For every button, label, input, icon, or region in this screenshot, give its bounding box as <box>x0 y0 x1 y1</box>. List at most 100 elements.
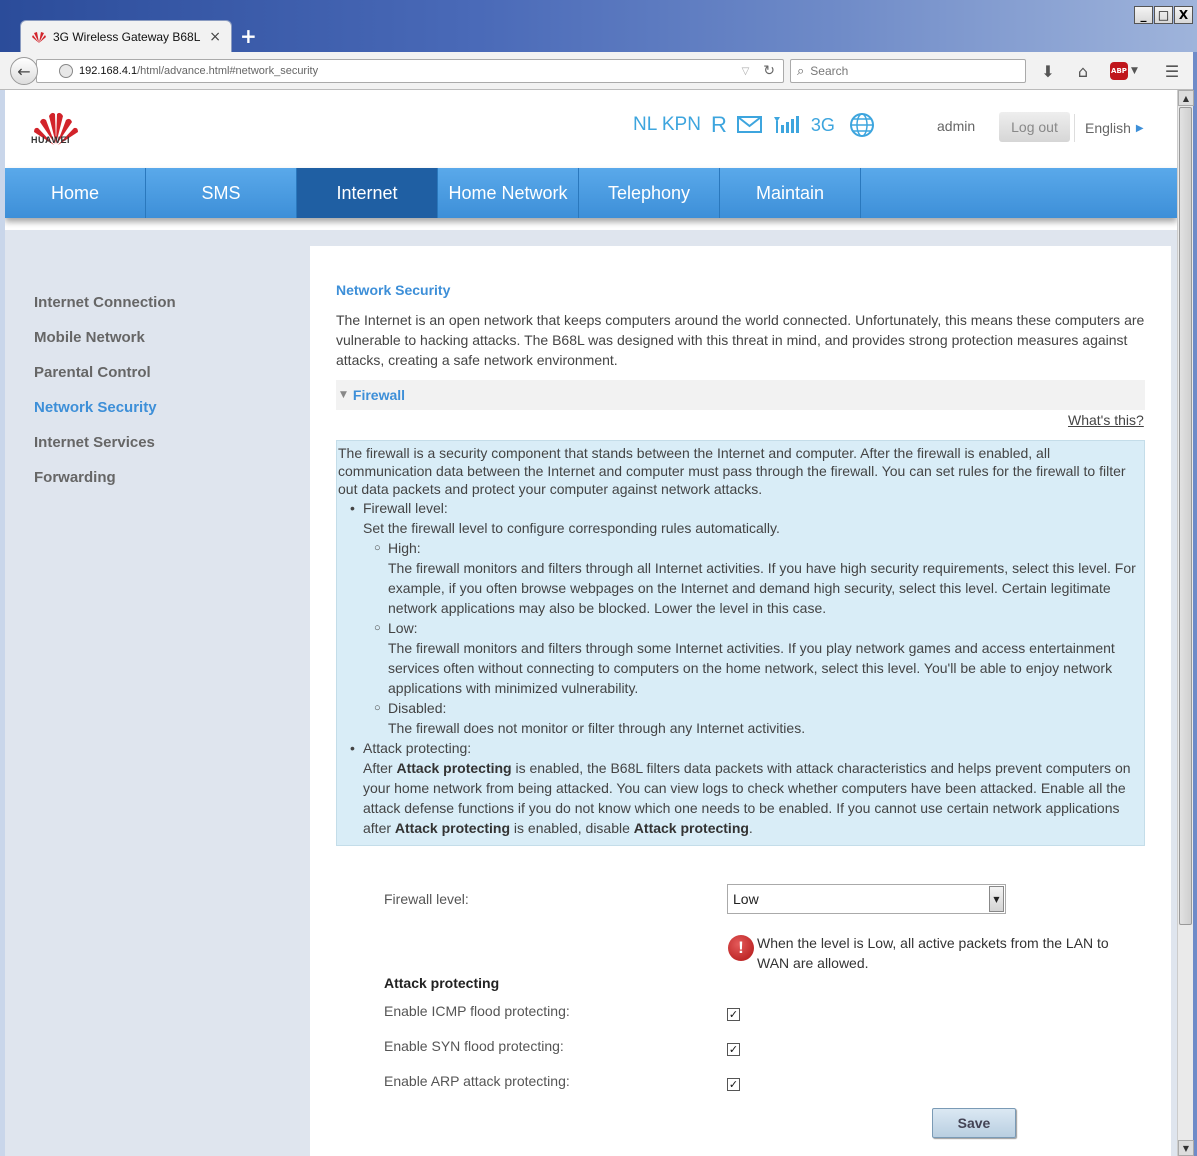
bullet-icon: • <box>350 500 355 516</box>
maximize-button[interactable]: □ <box>1154 6 1173 24</box>
page-header: HUAWEI NL KPN R 3G admin Log out English… <box>5 90 1177 168</box>
chevron-right-icon: ▶ <box>1135 122 1144 134</box>
url-history-icon[interactable]: ▽ <box>742 66 750 77</box>
bullet-icon: • <box>350 740 355 756</box>
search-placeholder: Search <box>810 64 849 78</box>
sidebar-item-forwarding[interactable]: Forwarding <box>34 469 116 486</box>
help-list-item: ○ Disabled: <box>338 698 1144 718</box>
help-disabled-desc: The firewall does not monitor or filter … <box>388 720 806 736</box>
syn-flood-label: Enable SYN flood protecting: <box>384 1038 564 1054</box>
scroll-up-icon[interactable]: ▲ <box>1178 90 1194 106</box>
window-frame-right <box>1193 52 1197 1156</box>
caret-down-icon: ▼ <box>340 390 347 400</box>
help-attack-desc: After Attack protecting is enabled, the … <box>338 758 1144 838</box>
url-host: 192.168.4.1 <box>79 65 138 77</box>
router-web-page: HUAWEI NL KPN R 3G admin Log out English… <box>5 90 1177 1156</box>
adblock-icon: ABP <box>1110 62 1128 80</box>
logout-button[interactable]: Log out <box>999 112 1070 142</box>
minimize-button[interactable]: _ <box>1134 6 1153 24</box>
language-label: English <box>1085 120 1131 136</box>
help-high-desc: The firewall monitors and filters throug… <box>388 560 1136 616</box>
help-list-item: • Firewall level: <box>338 498 1144 518</box>
tab-close-icon[interactable]: × <box>209 29 221 45</box>
window-controls: _ □ X <box>1134 6 1193 24</box>
sidebar-item-network-security[interactable]: Network Security <box>34 399 157 416</box>
main-navigation: Home SMS Internet Home Network Telephony… <box>5 168 1177 218</box>
sidebar-item-internet-services[interactable]: Internet Services <box>34 434 155 451</box>
whats-this-link[interactable]: What's this? <box>1068 412 1144 428</box>
scroll-thumb[interactable] <box>1179 107 1192 925</box>
nav-internet[interactable]: Internet <box>297 168 438 218</box>
help-attack-term: Attack protecting <box>633 820 749 836</box>
arp-attack-label: Enable ARP attack protecting: <box>384 1073 570 1089</box>
operator-name: NL KPN <box>633 114 701 135</box>
firewall-level-select[interactable]: Low ▼ <box>727 884 1006 914</box>
new-tab-button[interactable]: + <box>240 24 257 48</box>
circle-bullet-icon: ○ <box>374 622 381 634</box>
search-icon: ⌕ <box>797 63 805 79</box>
circle-bullet-icon: ○ <box>374 702 381 714</box>
help-list-item: ○ High: <box>338 538 1144 558</box>
globe-connection-icon <box>849 113 874 137</box>
username: admin <box>937 118 976 134</box>
search-input[interactable]: ⌕ Search <box>790 59 1026 83</box>
help-disabled-title: Disabled: <box>388 700 447 716</box>
huawei-logo-icon <box>34 112 78 145</box>
section-title: Firewall <box>352 387 406 403</box>
attack-protecting-heading: Attack protecting <box>384 975 500 991</box>
nav-home[interactable]: Home <box>5 168 146 218</box>
help-list-item: • Attack protecting: <box>338 738 1144 758</box>
help-attack-text: is enabled, disable <box>510 820 634 836</box>
scroll-down-icon[interactable]: ▼ <box>1178 1140 1194 1156</box>
close-window-button[interactable]: X <box>1174 6 1193 24</box>
back-button[interactable]: ← <box>10 57 38 85</box>
huawei-favicon-icon <box>32 31 46 43</box>
help-intro: The firewall is a security component tha… <box>338 445 1126 497</box>
browser-tab[interactable]: 3G Wireless Gateway B68L × <box>20 20 232 52</box>
help-panel: The firewall is a security component tha… <box>336 440 1145 846</box>
sidebar-item-parental-control[interactable]: Parental Control <box>34 364 151 381</box>
syn-flood-checkbox[interactable]: ✓ <box>727 1043 740 1056</box>
globe-icon <box>59 64 73 78</box>
help-list-item: ○ Low: <box>338 618 1144 638</box>
adblock-button[interactable]: ABP ▼ <box>1110 61 1142 81</box>
warning-text: When the level is Low, all active packet… <box>757 935 1109 971</box>
nav-home-network[interactable]: Home Network <box>438 168 579 218</box>
help-high-title: High: <box>388 540 421 556</box>
sidebar-item-internet-connection[interactable]: Internet Connection <box>34 294 176 311</box>
language-selector[interactable]: English ▶ <box>1074 114 1144 142</box>
sidebar-item-mobile-network[interactable]: Mobile Network <box>34 329 145 346</box>
icmp-flood-checkbox[interactable]: ✓ <box>727 1008 740 1021</box>
nav-maintain[interactable]: Maintain <box>720 168 861 218</box>
envelope-icon <box>736 116 762 133</box>
help-low-title: Low: <box>388 620 418 636</box>
vertical-scrollbar[interactable]: ▲ ▼ <box>1177 90 1194 1156</box>
menu-icon[interactable]: ☰ <box>1162 61 1182 81</box>
browser-toolbar: 192.168.4.1 /html/advance.html#network_s… <box>0 52 1197 90</box>
firewall-level-label: Firewall level: <box>384 891 469 907</box>
help-attack-text: After <box>363 760 397 776</box>
help-low-desc: The firewall monitors and filters throug… <box>388 640 1115 696</box>
help-attack-term: Attack protecting <box>396 760 512 776</box>
nav-telephony[interactable]: Telephony <box>579 168 720 218</box>
help-attack-text: . <box>748 820 753 836</box>
home-icon[interactable]: ⌂ <box>1073 61 1093 81</box>
help-firewall-level-title: Firewall level: <box>363 500 448 516</box>
arp-attack-checkbox[interactable]: ✓ <box>727 1078 740 1091</box>
page-title: Network Security <box>336 282 451 298</box>
chevron-down-icon: ▼ <box>1131 66 1138 76</box>
firewall-level-value: Low <box>733 891 759 907</box>
help-attack-term: Attack protecting <box>394 820 511 836</box>
reload-icon[interactable]: ↻ <box>763 63 775 79</box>
back-arrow-icon: ← <box>17 61 31 81</box>
url-path: /html/advance.html#network_security <box>137 65 319 77</box>
firewall-section-header[interactable]: ▼ Firewall <box>336 380 1145 410</box>
roaming-indicator: R <box>710 112 727 137</box>
url-bar[interactable]: 192.168.4.1 /html/advance.html#network_s… <box>36 59 784 83</box>
help-attack-title: Attack protecting: <box>363 740 472 756</box>
chevron-down-icon[interactable]: ▼ <box>989 886 1004 912</box>
save-button[interactable]: Save <box>932 1108 1016 1138</box>
network-type: 3G <box>810 114 835 135</box>
download-icon[interactable]: ⬇ <box>1038 61 1058 81</box>
nav-sms[interactable]: SMS <box>146 168 297 218</box>
